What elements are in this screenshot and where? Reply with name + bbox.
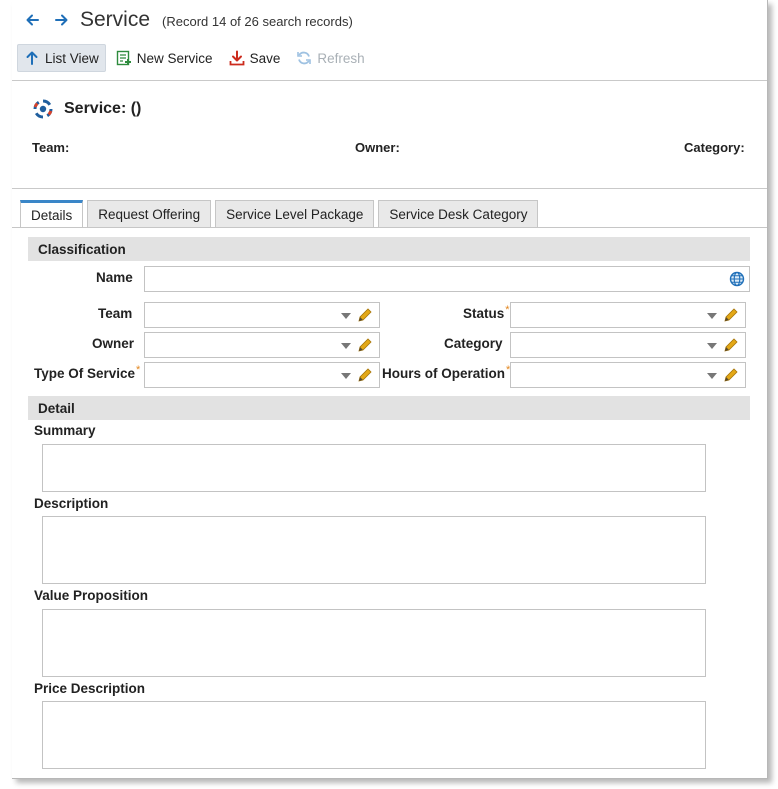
tab-service-desk-category[interactable]: Service Desk Category [378, 200, 539, 227]
dropdown-arrow-icon[interactable] [707, 373, 717, 379]
required-marker: * [505, 304, 510, 316]
pencil-icon[interactable] [356, 367, 373, 384]
name-label: Name [96, 270, 133, 285]
title-bar: Service (Record 14 of 26 search records) [12, 0, 767, 40]
toolbar: List View New Service Save Refresh [17, 44, 375, 72]
pencil-icon[interactable] [722, 337, 739, 354]
globe-icon[interactable] [729, 271, 745, 287]
page-title: Service [80, 8, 151, 31]
record-position: (Record 14 of 26 search records) [162, 14, 353, 29]
required-marker: * [136, 364, 141, 376]
list-view-button[interactable]: List View [17, 44, 106, 72]
header-team-label: Team: [32, 140, 70, 155]
hours-of-operation-text: Hours of Operation [382, 366, 506, 381]
team-label: Team [98, 306, 133, 321]
header-divider [12, 188, 767, 189]
team-combo[interactable] [144, 302, 380, 328]
dropdown-arrow-icon[interactable] [341, 313, 351, 319]
hours-of-operation-label: Hours of Operation* [382, 364, 510, 381]
value-proposition-textarea[interactable] [42, 609, 706, 677]
refresh-icon [296, 50, 312, 66]
pencil-icon[interactable] [356, 307, 373, 324]
back-arrow-icon[interactable] [22, 9, 44, 31]
dropdown-arrow-icon[interactable] [341, 343, 351, 349]
pencil-icon[interactable] [356, 337, 373, 354]
forward-arrow-icon[interactable] [50, 9, 72, 31]
pencil-icon[interactable] [722, 367, 739, 384]
dropdown-arrow-icon[interactable] [341, 373, 351, 379]
dropdown-arrow-icon[interactable] [707, 313, 717, 319]
description-textarea[interactable] [42, 516, 706, 584]
list-view-label: List View [45, 50, 99, 66]
type-of-service-text: Type Of Service [34, 366, 136, 381]
type-of-service-label: Type Of Service* [34, 364, 141, 381]
price-description-textarea[interactable] [42, 701, 706, 769]
tab-bar: Details Request Offering Service Level P… [20, 200, 542, 228]
status-label-text: Status [463, 306, 505, 321]
price-description-label: Price Description [34, 681, 146, 696]
owner-combo[interactable] [144, 332, 380, 358]
refresh-label: Refresh [317, 50, 365, 66]
category-label: Category [444, 336, 503, 351]
header-owner-label: Owner: [355, 140, 400, 155]
tab-details[interactable]: Details [20, 200, 84, 228]
classification-header: Classification [28, 237, 750, 261]
save-label: Save [249, 50, 281, 66]
tab-request-offering[interactable]: Request Offering [87, 200, 212, 227]
service-window: Service (Record 14 of 26 search records)… [12, 0, 768, 779]
dropdown-arrow-icon[interactable] [707, 343, 717, 349]
status-label: Status* [463, 304, 510, 321]
toolbar-divider [12, 80, 767, 81]
type-of-service-combo[interactable] [144, 362, 380, 388]
new-document-icon [116, 50, 132, 66]
refresh-button[interactable]: Refresh [290, 44, 370, 72]
record-title: Service: () [64, 100, 142, 117]
summary-label: Summary [34, 423, 96, 438]
category-combo[interactable] [510, 332, 746, 358]
description-label: Description [34, 496, 109, 511]
save-download-icon [229, 50, 245, 66]
name-field[interactable] [144, 266, 750, 292]
tab-underline [12, 227, 767, 228]
new-service-label: New Service [136, 50, 213, 66]
status-combo[interactable] [510, 302, 746, 328]
save-button[interactable]: Save [223, 44, 287, 72]
detail-header: Detail [28, 396, 750, 420]
header-category-label: Category: [684, 140, 745, 155]
pencil-icon[interactable] [722, 307, 739, 324]
up-arrow-icon [24, 50, 40, 66]
summary-textarea[interactable] [42, 444, 706, 492]
new-service-button[interactable]: New Service [110, 44, 219, 72]
service-icon [32, 98, 54, 120]
value-proposition-label: Value Proposition [34, 588, 149, 603]
owner-label: Owner [92, 336, 135, 351]
hours-of-operation-combo[interactable] [510, 362, 746, 388]
tab-service-level-package[interactable]: Service Level Package [215, 200, 375, 227]
